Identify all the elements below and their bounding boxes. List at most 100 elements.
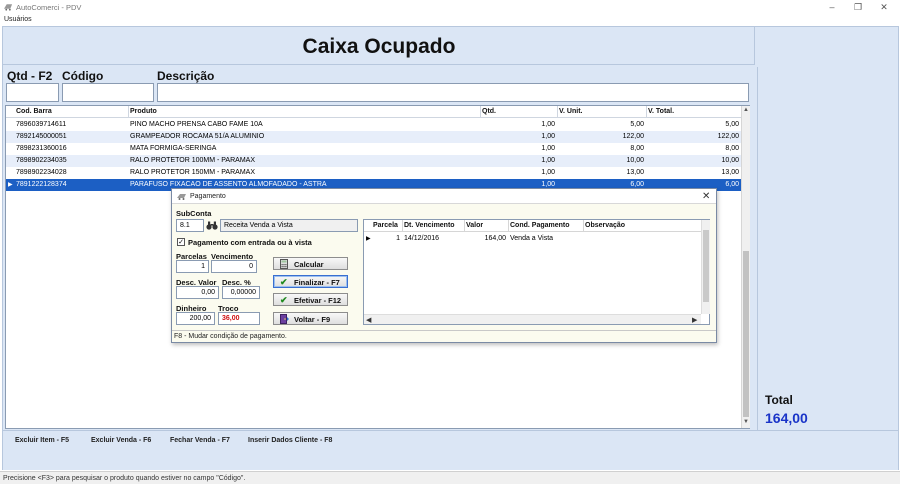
troco-field: 36,00 (218, 312, 260, 325)
qtd-input[interactable] (6, 83, 59, 102)
col-qtd[interactable]: Qtd. (482, 108, 496, 115)
dialog-close-icon[interactable]: ✕ (702, 191, 710, 202)
window-title: AutoComerci - PDV (16, 3, 82, 12)
installments-hscroll[interactable]: ◀ ▶ (364, 314, 701, 324)
calculator-icon (280, 259, 288, 269)
row-indicator-icon: ▶ (366, 236, 371, 242)
scroll-right-icon[interactable]: ▶ (692, 316, 697, 324)
cell-unit: 13,00 (626, 169, 644, 176)
voltar-button[interactable]: Voltar - F9 (273, 312, 348, 325)
status-text: Precisione <F3> para pesquisar o produto… (3, 475, 246, 482)
scrollbar-thumb[interactable] (703, 230, 709, 302)
menu-item-usuarios[interactable]: Usuários (4, 16, 32, 23)
cell-produto: RALO PROTETOR 150MM - PARAMAX (130, 169, 255, 176)
fechar-venda-button[interactable]: Fechar Venda - F7 (170, 437, 230, 444)
descricao-input[interactable] (157, 83, 749, 102)
efetivar-label: Efetivar - F12 (294, 296, 342, 305)
col-observacao[interactable]: Observação (585, 222, 625, 229)
excluir-venda-button[interactable]: Excluir Venda - F6 (91, 437, 151, 444)
col-v-unit[interactable]: V. Unit. (559, 108, 582, 115)
col-cod-barra[interactable]: Cod. Barra (16, 108, 52, 115)
checkmark-icon: ✔ (280, 295, 288, 305)
inserir-dados-cliente-button[interactable]: Inserir Dados Cliente - F8 (248, 437, 332, 444)
page-title: Caixa Ocupado (302, 35, 456, 58)
restore-icon[interactable]: ❐ (847, 1, 869, 13)
dinheiro-input[interactable]: 200,00 (176, 312, 215, 325)
cell-qtd: 1,00 (541, 169, 555, 176)
excluir-item-button[interactable]: Excluir Item - F5 (15, 437, 69, 444)
cell-qtd: 1,00 (541, 157, 555, 164)
cell-qtd: 1,00 (541, 121, 555, 128)
codigo-input[interactable] (62, 83, 154, 102)
door-exit-icon (280, 314, 289, 324)
scrollbar-thumb[interactable] (743, 251, 749, 417)
vencimento-input[interactable]: 0 (211, 260, 257, 273)
calcular-label: Calcular (294, 260, 324, 269)
cell-condicao: Venda a Vista (510, 235, 554, 242)
scroll-up-icon[interactable]: ▲ (743, 107, 749, 113)
subconta-code-input[interactable]: 8.1 (176, 219, 204, 232)
col-valor[interactable]: Valor (466, 222, 483, 229)
cell-unit: 6,00 (630, 181, 644, 188)
scroll-left-icon[interactable]: ◀ (366, 316, 371, 324)
cell-produto: PARAFUSO FIXACAO DE ASSENTO ALMOFADADO -… (130, 181, 327, 188)
cell-total: 6,00 (725, 181, 739, 188)
col-v-total[interactable]: V. Total. (648, 108, 674, 115)
entrada-checkbox[interactable]: ✓ (177, 238, 185, 246)
finalizar-button[interactable]: ✔ Finalizar - F7 (273, 275, 348, 288)
cell-produto: RALO PROTETOR 100MM - PARAMAX (130, 157, 255, 164)
parcelas-input[interactable]: 1 (176, 260, 209, 273)
cell-cod: 7898902234028 (16, 169, 67, 176)
desc-valor-input[interactable]: 0,00 (176, 286, 219, 299)
binoculars-icon[interactable] (206, 221, 218, 230)
entrada-checkbox-label: Pagamento com entrada ou à vista (188, 238, 312, 247)
checkmark-icon: ✔ (280, 277, 288, 287)
cell-vencimento: 14/12/2016 (404, 235, 440, 242)
table-row[interactable]: 7896039714611 PINO MACHO PRENSA CABO FAM… (6, 119, 741, 131)
cell-produto: MATA FORMIGA-SERINGA (130, 145, 217, 152)
status-bar: Precisione <F3> para pesquisar o produto… (0, 471, 900, 484)
dialog-title: Pagamento (190, 193, 226, 200)
installments-table[interactable]: Parcela Dt. Vencimento Valor Cond. Pagam… (363, 219, 710, 325)
cell-cod: 7896039714611 (16, 121, 67, 128)
col-parcela[interactable]: Parcela (373, 222, 398, 229)
cell-total: 10,00 (721, 157, 739, 164)
total-value: 164,00 (765, 410, 808, 426)
table-row[interactable]: 7892145000051 GRAMPEADOR ROCAMA 51/A ALU… (6, 131, 741, 143)
installments-vscroll[interactable] (701, 220, 710, 314)
cell-valor: 164,00 (484, 235, 506, 242)
col-cond-pagamento[interactable]: Cond. Pagamento (510, 222, 570, 229)
cell-unit: 10,00 (626, 157, 644, 164)
scroll-down-icon[interactable]: ▼ (743, 419, 749, 425)
dialog-title-bar: Pagamento ✕ (172, 189, 716, 204)
table-row[interactable]: 7898902234028 RALO PROTETOR 150MM - PARA… (6, 167, 741, 179)
cell-produto: GRAMPEADOR ROCAMA 51/A ALUMINIO (130, 133, 265, 140)
items-table-scrollbar[interactable]: ▲ ▼ (741, 106, 750, 428)
footer-band (3, 430, 898, 470)
payment-dialog[interactable]: Pagamento ✕ SubConta 8.1 Receita Venda a… (171, 188, 717, 343)
cell-cod: 7892145000051 (16, 133, 67, 140)
minimize-icon[interactable]: – (821, 1, 843, 13)
menu-bar: Usuários (0, 15, 900, 26)
table-row[interactable]: 7898902234035 RALO PROTETOR 100MM - PARA… (6, 155, 741, 167)
close-icon[interactable]: ✕ (873, 1, 895, 13)
col-dt-vencimento[interactable]: Dt. Vencimento (404, 222, 455, 229)
dialog-status-text: F8 - Mudar condição de pagamento. (174, 333, 287, 340)
cell-total: 122,00 (717, 133, 739, 140)
total-panel (757, 67, 898, 430)
row-indicator-icon: ▶ (8, 182, 13, 188)
table-row[interactable]: 7898231360016 MATA FORMIGA-SERINGA 1,00 … (6, 143, 741, 155)
codigo-label: Código (62, 69, 104, 83)
calcular-button[interactable]: Calcular (273, 257, 348, 270)
desc-pct-input[interactable]: 0,00000 (222, 286, 260, 299)
subconta-label: SubConta (176, 209, 212, 218)
efetivar-button[interactable]: ✔ Efetivar - F12 (273, 293, 348, 306)
subconta-name-field: Receita Venda a Vista (220, 219, 358, 232)
header-band: Caixa Ocupado (3, 27, 755, 65)
cell-total: 5,00 (725, 121, 739, 128)
cell-produto: PINO MACHO PRENSA CABO FAME 10A (130, 121, 263, 128)
payment-icon (177, 194, 186, 200)
col-produto[interactable]: Produto (130, 108, 157, 115)
cell-parcela: 1 (396, 235, 400, 242)
total-label: Total (765, 393, 793, 407)
